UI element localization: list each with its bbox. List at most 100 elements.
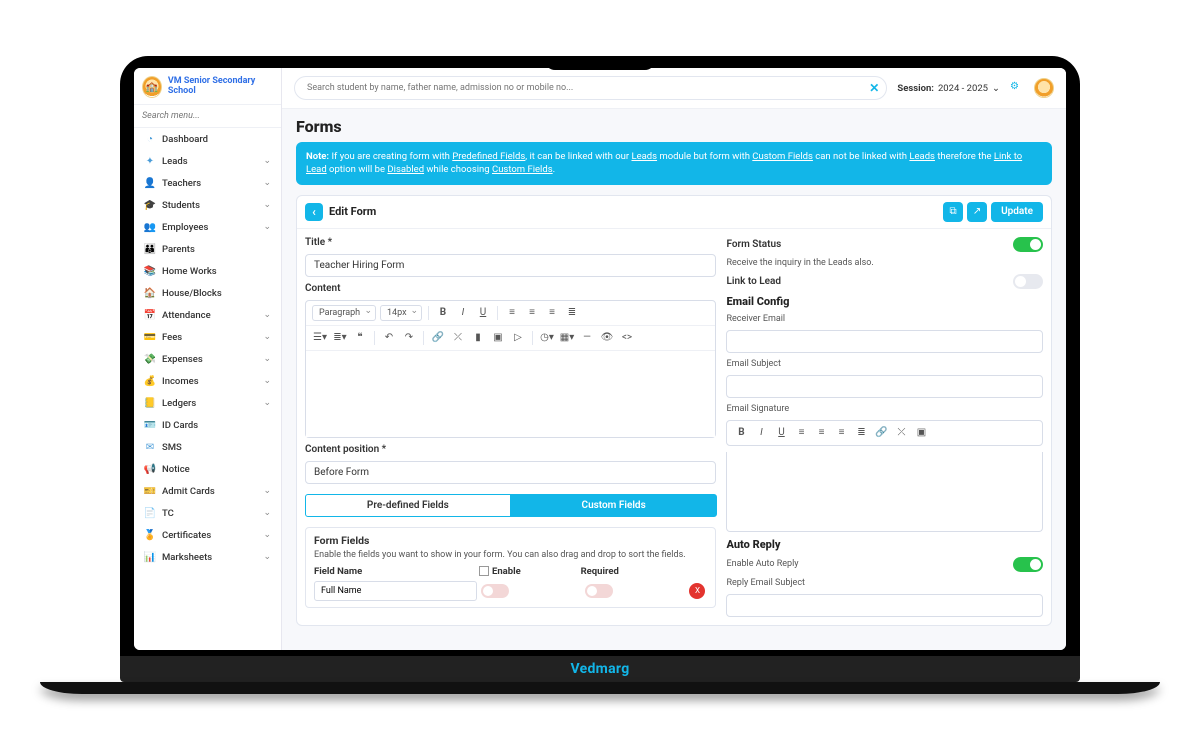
sidebar-item-house-blocks[interactable]: 🏠House/Blocks (134, 282, 281, 304)
align-justify-icon[interactable]: ≣ (564, 305, 580, 321)
tab-custom-fields[interactable]: Custom Fields (511, 494, 717, 517)
ordered-list-icon[interactable]: ≣▾ (332, 330, 348, 346)
table-icon[interactable]: ▦▾ (559, 330, 575, 346)
content-position-input[interactable] (305, 461, 716, 484)
enable-all-checkbox[interactable] (479, 566, 489, 576)
receiver-email-input[interactable] (726, 330, 1043, 353)
sidebar-item-home-works[interactable]: 📚Home Works (134, 260, 281, 282)
sig-align-justify-icon[interactable]: ≣ (853, 425, 869, 441)
tab-predefined-fields[interactable]: Pre-defined Fields (305, 494, 511, 517)
back-button[interactable]: ‹ (305, 203, 323, 221)
menu-icon: 📚 (144, 265, 156, 277)
sidebar-item-notice[interactable]: 📢Notice (134, 458, 281, 480)
form-status-toggle[interactable] (1013, 237, 1043, 252)
preview-icon[interactable]: 👁 (599, 330, 615, 346)
menu-label: ID Cards (162, 420, 198, 431)
sidebar-item-expenses[interactable]: 💸Expenses⌄ (134, 348, 281, 370)
sig-bold-icon[interactable]: B (733, 425, 749, 441)
image-icon[interactable]: ▣ (490, 330, 506, 346)
sidebar-item-tc[interactable]: 📄TC⌄ (134, 502, 281, 524)
open-external-icon[interactable]: ↗ (967, 202, 987, 222)
menu-label: Admit Cards (162, 486, 215, 497)
hr-icon[interactable]: — (579, 330, 595, 346)
menu-icon: 📅 (144, 309, 156, 321)
auto-reply-toggle[interactable] (1013, 557, 1043, 572)
italic-icon[interactable]: I (455, 305, 471, 321)
email-signature-label: Email Signature (726, 404, 1043, 414)
sidebar-item-dashboard[interactable]: ◔Dashboard (134, 128, 281, 150)
copy-icon[interactable]: ⧉ (943, 202, 963, 222)
sidebar-item-fees[interactable]: 💳Fees⌄ (134, 326, 281, 348)
sig-underline-icon[interactable]: U (773, 425, 789, 441)
unordered-list-icon[interactable]: ☰▾ (312, 330, 328, 346)
reply-email-subject-input[interactable] (726, 594, 1043, 617)
chevron-down-icon: ⌄ (263, 178, 271, 188)
form-status-label: Form Status (726, 239, 781, 250)
clock-icon[interactable]: ◷▾ (539, 330, 555, 346)
sidebar-item-admit-cards[interactable]: 🎫Admit Cards⌄ (134, 480, 281, 502)
global-search-input[interactable] (294, 76, 887, 100)
form-fields-panel: Form Fields Enable the fields you want t… (305, 527, 716, 608)
redo-icon[interactable]: ↷ (401, 330, 417, 346)
required-toggle[interactable] (585, 584, 613, 598)
quote-icon[interactable]: ❝ (352, 330, 368, 346)
sig-align-center-icon[interactable]: ≡ (813, 425, 829, 441)
settings-gear-icon[interactable]: ⚙ (1010, 81, 1024, 95)
unlink-icon[interactable]: ⤫ (450, 330, 466, 346)
undo-icon[interactable]: ↶ (381, 330, 397, 346)
video-icon[interactable]: ▷ (510, 330, 526, 346)
sidebar-item-ledgers[interactable]: 📒Ledgers⌄ (134, 392, 281, 414)
sidebar-item-parents[interactable]: 👪Parents (134, 238, 281, 260)
menu-icon: 👥 (144, 221, 156, 233)
sidebar-item-leads[interactable]: ✦Leads⌄ (134, 150, 281, 172)
fontsize-select[interactable]: 14px (380, 305, 422, 321)
underline-icon[interactable]: U (475, 305, 491, 321)
sidebar-search-input[interactable] (134, 105, 281, 128)
bold-icon[interactable]: B (435, 305, 451, 321)
receiver-email-label: Receiver Email (726, 314, 1043, 324)
sidebar-item-sms[interactable]: ✉SMS (134, 436, 281, 458)
bookmark-icon[interactable]: ▮ (470, 330, 486, 346)
sidebar-item-certificates[interactable]: 🏅Certificates⌄ (134, 524, 281, 546)
paragraph-select[interactable]: Paragraph (312, 305, 376, 321)
form-title-input[interactable] (305, 254, 716, 277)
sig-italic-icon[interactable]: I (753, 425, 769, 441)
editor-content-area[interactable] (306, 351, 715, 437)
align-right-icon[interactable]: ≡ (544, 305, 560, 321)
signature-editor-area[interactable] (726, 452, 1043, 532)
menu-icon: 🏅 (144, 529, 156, 541)
email-subject-input[interactable] (726, 375, 1043, 398)
sidebar-item-attendance[interactable]: 📅Attendance⌄ (134, 304, 281, 326)
chevron-down-icon: ⌄ (263, 398, 271, 408)
search-clear-icon[interactable]: ✕ (869, 81, 879, 95)
auto-reply-title: Auto Reply (726, 538, 1043, 551)
user-avatar[interactable] (1034, 78, 1054, 98)
link-to-lead-toggle[interactable] (1013, 274, 1043, 289)
sidebar-item-incomes[interactable]: 💰Incomes⌄ (134, 370, 281, 392)
sig-unlink-icon[interactable]: ⤫ (893, 425, 909, 441)
sidebar-item-id-cards[interactable]: 🪪ID Cards (134, 414, 281, 436)
code-icon[interactable]: <> (619, 330, 635, 346)
edit-form-card: ‹ Edit Form ⧉ ↗ Update (296, 195, 1052, 626)
menu-label: Attendance (162, 310, 211, 321)
delete-row-button[interactable]: X (689, 583, 705, 599)
sig-align-left-icon[interactable]: ≡ (793, 425, 809, 441)
menu-icon: 💸 (144, 353, 156, 365)
update-button[interactable]: Update (991, 202, 1043, 222)
align-left-icon[interactable]: ≡ (504, 305, 520, 321)
field-name-input[interactable] (314, 581, 477, 601)
sidebar-item-marksheets[interactable]: 📊Marksheets⌄ (134, 546, 281, 568)
session-selector[interactable]: Session: 2024 - 2025 ⌄ (897, 83, 1000, 94)
sig-link-icon[interactable]: 🔗 (873, 425, 889, 441)
sidebar-item-employees[interactable]: 👥Employees⌄ (134, 216, 281, 238)
chevron-down-icon: ⌄ (263, 552, 271, 562)
align-center-icon[interactable]: ≡ (524, 305, 540, 321)
sidebar-item-students[interactable]: 🎓Students⌄ (134, 194, 281, 216)
sig-align-right-icon[interactable]: ≡ (833, 425, 849, 441)
sidebar-item-teachers[interactable]: 👤Teachers⌄ (134, 172, 281, 194)
chevron-down-icon: ⌄ (263, 222, 271, 232)
sig-image-icon[interactable]: ▣ (913, 425, 929, 441)
menu-label: TC (162, 508, 174, 519)
link-icon[interactable]: 🔗 (430, 330, 446, 346)
enable-toggle[interactable] (481, 584, 509, 598)
